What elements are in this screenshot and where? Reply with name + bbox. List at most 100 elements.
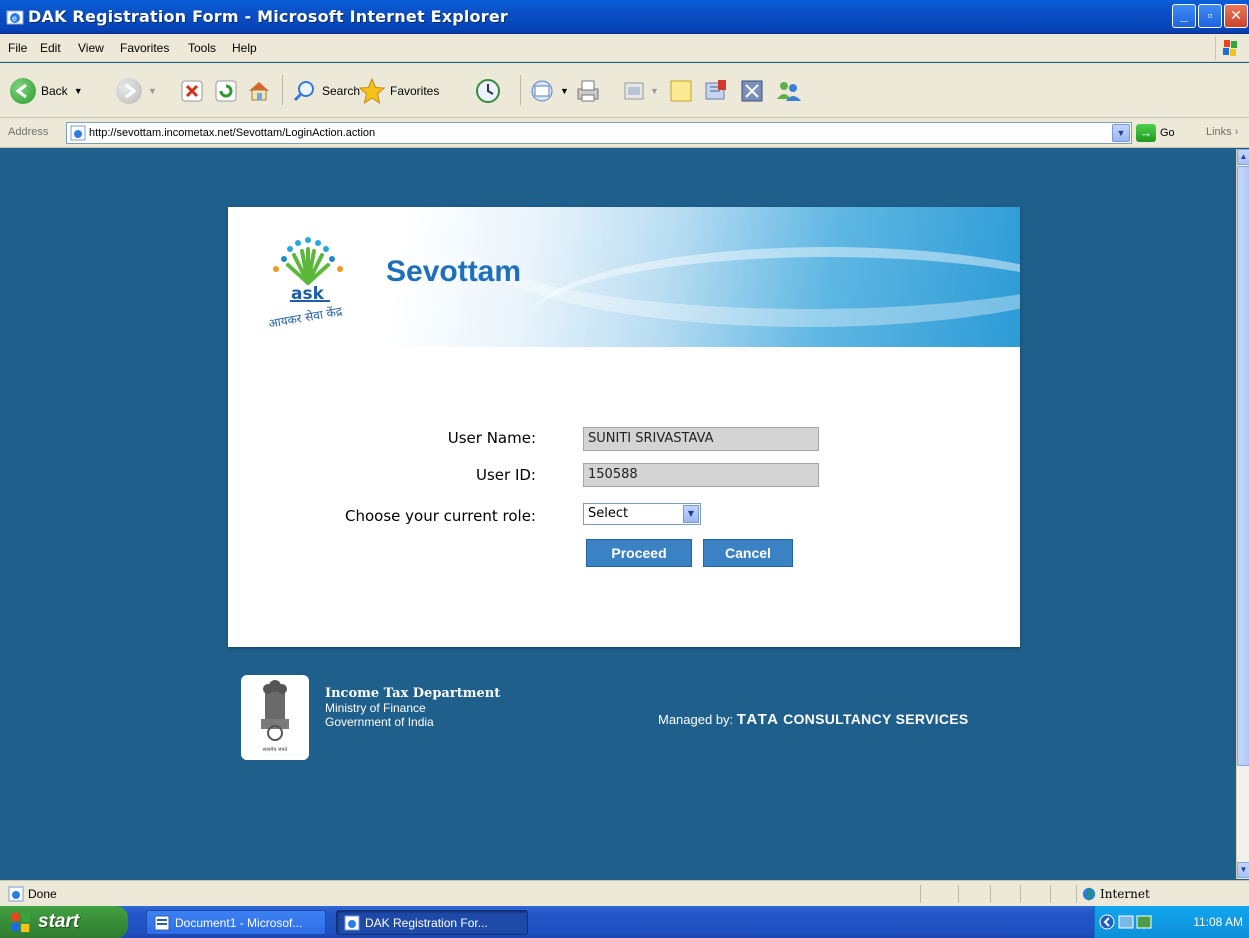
internet-explorer-icon bbox=[344, 915, 360, 931]
stop-button[interactable] bbox=[180, 77, 204, 105]
task-dak-registration[interactable]: DAK Registration For... bbox=[336, 910, 528, 935]
history-button[interactable] bbox=[474, 77, 502, 105]
proceed-button[interactable]: Proceed bbox=[586, 539, 692, 567]
svg-text:सत्यमेव जयते: सत्यमेव जयते bbox=[263, 746, 288, 753]
links-button[interactable]: Links › bbox=[1206, 126, 1238, 138]
refresh-icon bbox=[215, 80, 237, 102]
messenger-button[interactable] bbox=[774, 77, 804, 105]
close-button[interactable]: ✕ bbox=[1224, 4, 1248, 28]
research-icon bbox=[705, 80, 726, 100]
address-bar: Address http://sevottam.incometax.net/Se… bbox=[0, 118, 1249, 148]
go-button[interactable]: → Go bbox=[1136, 122, 1186, 144]
menu-favorites[interactable]: Favorites bbox=[120, 41, 169, 55]
svg-text:e: e bbox=[12, 14, 17, 23]
messenger-icon bbox=[777, 82, 801, 101]
favorites-star-icon bbox=[358, 77, 386, 105]
links-label: Links bbox=[1206, 126, 1232, 138]
minimize-button[interactable]: _ bbox=[1172, 4, 1196, 28]
go-arrow-icon: → bbox=[1136, 124, 1156, 142]
role-select[interactable]: Select ▼ bbox=[583, 503, 701, 525]
search-label: Search bbox=[322, 84, 361, 98]
task-document1[interactable]: Document1 - Microsof... bbox=[146, 910, 326, 935]
back-label: Back bbox=[41, 84, 68, 98]
home-button[interactable] bbox=[246, 77, 272, 105]
menu-edit[interactable]: Edit bbox=[40, 41, 61, 55]
gov-name: Government of India bbox=[325, 715, 434, 729]
status-divider bbox=[958, 885, 959, 903]
start-button[interactable]: start bbox=[0, 906, 128, 938]
forward-dropdown-icon[interactable]: ▼ bbox=[148, 86, 157, 96]
refresh-button[interactable] bbox=[214, 77, 238, 105]
menu-view[interactable]: View bbox=[78, 41, 104, 55]
menu-bar: File Edit View Favorites Tools Help bbox=[0, 34, 1249, 62]
forward-button[interactable]: ▼ bbox=[116, 77, 157, 105]
scroll-up-icon[interactable]: ▲ bbox=[1237, 149, 1249, 165]
page-done-icon bbox=[8, 886, 24, 902]
status-text: Done bbox=[28, 887, 57, 901]
userid-field[interactable]: 150588 bbox=[583, 463, 819, 487]
emblem-logo: सत्यमेव जयते bbox=[241, 675, 309, 760]
userid-label: User ID: bbox=[476, 466, 536, 484]
managed-by: Managed by: TATA CONSULTANCY SERVICES bbox=[658, 711, 969, 728]
scroll-thumb[interactable] bbox=[1237, 166, 1249, 766]
username-field[interactable]: SUNITI SRIVASTAVA bbox=[583, 427, 819, 451]
media-icon bbox=[741, 80, 763, 102]
research-button[interactable] bbox=[702, 77, 730, 105]
clock: 11:08 AM bbox=[1193, 915, 1243, 929]
dept-name: Income Tax Department bbox=[325, 686, 501, 701]
role-select-value: Select bbox=[588, 506, 629, 521]
back-dropdown-icon[interactable]: ▼ bbox=[74, 86, 83, 96]
address-dropdown-icon[interactable]: ▼ bbox=[1112, 124, 1130, 142]
address-field[interactable]: http://sevottam.incometax.net/Sevottam/L… bbox=[66, 122, 1132, 144]
task-label: Document1 - Microsof... bbox=[175, 916, 303, 930]
sevottam-logo-icon: ask आयकर सेवा केंद्र bbox=[267, 237, 344, 331]
menu-help[interactable]: Help bbox=[232, 41, 257, 55]
favorites-button[interactable]: Favorites bbox=[358, 77, 439, 105]
edit-dropdown-icon: ▼ bbox=[650, 86, 659, 96]
back-button[interactable]: Back ▼ bbox=[10, 77, 83, 105]
windows-flag-icon bbox=[1215, 36, 1243, 60]
globe-icon bbox=[1082, 887, 1096, 901]
forward-arrow-icon bbox=[116, 78, 142, 104]
internet-explorer-icon: e bbox=[6, 10, 24, 25]
stop-icon bbox=[181, 80, 203, 102]
search-button[interactable]: Search bbox=[292, 77, 360, 105]
menu-file[interactable]: File bbox=[8, 41, 27, 55]
media-button[interactable] bbox=[738, 77, 766, 105]
mail-button[interactable]: ▼ bbox=[530, 77, 569, 105]
cancel-button[interactable]: Cancel bbox=[703, 539, 793, 567]
favorites-label: Favorites bbox=[390, 84, 440, 98]
brand-title: Sevottam bbox=[386, 255, 522, 288]
print-button[interactable] bbox=[574, 77, 602, 105]
ministry-name: Ministry of Finance bbox=[325, 701, 426, 715]
windows-logo-icon bbox=[10, 912, 31, 933]
window-title: DAK Registration Form - Microsoft Intern… bbox=[28, 7, 508, 26]
go-label: Go bbox=[1160, 127, 1175, 139]
status-divider bbox=[1020, 885, 1021, 903]
back-arrow-icon bbox=[10, 78, 36, 104]
history-icon bbox=[476, 79, 500, 103]
restore-button[interactable]: ▫ bbox=[1198, 4, 1222, 28]
menu-tools[interactable]: Tools bbox=[188, 41, 216, 55]
role-label: Choose your current role: bbox=[345, 507, 536, 525]
svg-text:आयकर सेवा केंद्र: आयकर सेवा केंद्र bbox=[267, 304, 343, 331]
managed-prefix: Managed by: bbox=[658, 712, 734, 727]
address-label: Address bbox=[8, 126, 49, 138]
discuss-button[interactable] bbox=[668, 77, 694, 105]
vertical-scrollbar[interactable]: ▲ ▼ bbox=[1236, 149, 1249, 879]
status-divider bbox=[1076, 885, 1077, 903]
print-icon bbox=[577, 80, 599, 102]
footer-dept: Income Tax Department Ministry of Financ… bbox=[325, 686, 500, 729]
system-tray: 11:08 AM bbox=[1094, 906, 1249, 938]
notes-icon bbox=[670, 80, 692, 102]
status-divider bbox=[920, 885, 921, 903]
edit-button[interactable]: ▼ bbox=[622, 77, 659, 105]
search-icon bbox=[293, 81, 314, 102]
mail-icon bbox=[531, 80, 553, 102]
page-icon bbox=[70, 125, 86, 141]
status-bar: Done Internet bbox=[0, 880, 1249, 906]
scroll-down-icon[interactable]: ▼ bbox=[1237, 862, 1249, 878]
home-icon bbox=[249, 82, 269, 101]
header-banner: ask आयकर सेवा केंद्र Sevottam bbox=[228, 207, 1020, 347]
page-content: ask आयकर सेवा केंद्र Sevottam User Name:… bbox=[8, 149, 1236, 879]
